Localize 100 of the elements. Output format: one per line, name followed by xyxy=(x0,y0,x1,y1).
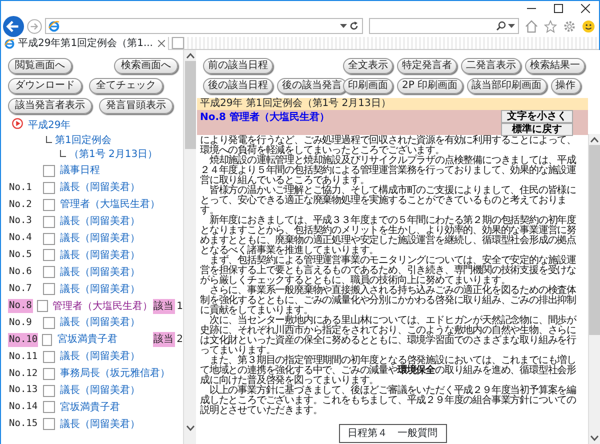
speech-number: No.8 xyxy=(8,298,34,314)
hit-count: 1 xyxy=(176,300,183,314)
speech-number: No.2 xyxy=(8,198,33,212)
toolbar-button[interactable]: 該当部印刷画面 xyxy=(466,78,547,94)
toolbar-button[interactable]: 閲覧画面へ xyxy=(8,58,72,74)
dropdown-caret-icon[interactable] xyxy=(340,24,346,28)
tree-item[interactable]: 第1回定例会 xyxy=(55,134,112,146)
hit-badge: 該当 xyxy=(152,298,175,314)
toolbar-button[interactable]: 発言冒頭表示 xyxy=(99,98,173,114)
speech-number: No.14 xyxy=(8,400,39,414)
smiley-icon[interactable] xyxy=(582,20,594,32)
speaker-link[interactable]: 議長（岡留美君） xyxy=(60,349,168,364)
checkbox[interactable] xyxy=(43,198,55,211)
speaker-link[interactable]: 議長（岡留美君） xyxy=(60,383,168,398)
speaker-link[interactable]: 議長（岡留美君） xyxy=(60,282,168,297)
speaker-link[interactable]: 議長（岡留美君） xyxy=(60,180,168,196)
vertical-scrollbar[interactable] xyxy=(183,50,196,444)
toolbar-button[interactable]: ダウンロード xyxy=(8,78,82,94)
checkbox[interactable] xyxy=(43,283,55,296)
font-size-button[interactable]: 文字を小さく xyxy=(501,110,573,123)
scrollbar-thumb[interactable] xyxy=(184,61,196,149)
speaker-link[interactable]: 管理者（大塩民生君） xyxy=(60,197,168,212)
scrollbar-thumb[interactable] xyxy=(589,145,600,335)
speech-number: No.1 xyxy=(8,180,33,195)
checkbox[interactable] xyxy=(43,164,55,177)
toolbar-button[interactable]: 印刷画面 xyxy=(343,78,393,94)
speech-number: No.10 xyxy=(8,332,38,347)
toolbar-button[interactable]: 後の該当発言 xyxy=(277,78,347,94)
speaker-link[interactable]: 宮坂満貴子君 xyxy=(60,400,168,415)
speaker-link[interactable]: 管理者（大塩民生君） xyxy=(52,298,153,314)
speech-paragraph: また、第３期目の指定管理期間の初年度となる啓発施設においては、これまでにも増して地域との連携を強化する中で、ごみの減量や環境保全の取り組みを進め、循環型社会形成に向けた普及啓発を図ってまいります。 xyxy=(200,356,578,386)
speech-number: No.11 xyxy=(8,350,39,364)
search-icon[interactable] xyxy=(496,21,506,31)
toolbar-button[interactable]: 後の該当日程 xyxy=(203,78,273,94)
expanded-play-icon[interactable] xyxy=(12,118,23,129)
toolbar-button[interactable]: 検索画面へ xyxy=(114,58,178,74)
close-icon[interactable] xyxy=(581,4,590,12)
checkbox[interactable] xyxy=(37,300,48,312)
checkbox[interactable] xyxy=(43,182,55,194)
speaker-link[interactable]: 議長（岡留美君） xyxy=(60,416,168,432)
speaker-link[interactable]: 事務局長（坂元雅信君） xyxy=(60,366,168,382)
font-size-button[interactable]: 標準に戻す xyxy=(501,123,573,136)
speech-paragraph: により発電を行うなど、ごみ処理過程で回収された資源を有効に利用することによって、環境への負荷を軽減をしてまいったところでございます。 xyxy=(200,136,578,156)
speaker-link[interactable]: 宮坂満貴子君 xyxy=(57,332,153,348)
checkbox[interactable] xyxy=(43,249,55,262)
checkbox[interactable] xyxy=(43,266,55,278)
speech-number: No.4 xyxy=(8,231,33,246)
tree-connector-icon xyxy=(60,150,66,157)
tree-item[interactable]: 平成29年 xyxy=(28,120,71,131)
checkbox[interactable] xyxy=(43,418,55,430)
hit-badge: 該当 xyxy=(152,332,175,348)
search-field[interactable] xyxy=(368,18,518,34)
browser-tab[interactable]: 平成29年第1回定例会（第1... xyxy=(1,36,169,50)
speech-number: No.12 xyxy=(8,366,39,380)
speech-number: No.9 xyxy=(8,316,33,330)
checkbox[interactable] xyxy=(43,368,55,380)
speaker-link[interactable]: 議長（岡留美君） xyxy=(60,248,168,263)
session-heading: 平成29年 第1回定例会（第1号 2月13日） xyxy=(197,98,588,110)
speaker-link[interactable]: 議長（岡留美君） xyxy=(60,214,168,230)
maximize-icon[interactable] xyxy=(554,4,563,12)
toolbar-button[interactable]: 2P 印刷画面 xyxy=(397,78,463,94)
browser-logo-icon xyxy=(48,20,60,32)
settings-icon[interactable] xyxy=(562,20,576,32)
speech-number: No.3 xyxy=(8,214,33,228)
checkbox[interactable] xyxy=(43,232,55,244)
address-field[interactable] xyxy=(44,18,362,34)
refresh-icon[interactable] xyxy=(349,21,359,31)
toolbar-button[interactable]: 全文表示 xyxy=(343,58,393,74)
hit-count: 2 xyxy=(176,333,183,348)
speaker-link[interactable]: 議長（岡留美君） xyxy=(60,231,168,246)
checkbox[interactable] xyxy=(43,316,55,329)
toolbar-button[interactable]: 前の該当日程 xyxy=(203,58,273,74)
vertical-scrollbar[interactable] xyxy=(588,134,600,444)
star-icon[interactable] xyxy=(544,20,556,32)
checkbox[interactable] xyxy=(43,350,55,363)
speech-paragraph: 以上の事業方針に基づきまして、後ほどご審議をいただく平成２９年度当初予算案を編成したところでございます。これをもちまして、平成２９年度の組合事業方針についての説明とさせていただきます。 xyxy=(200,386,578,416)
speaker-link[interactable]: 議長（岡留美君） xyxy=(60,264,168,280)
toolbar-button[interactable]: 全てチェック xyxy=(89,78,163,94)
checkbox[interactable] xyxy=(42,334,52,346)
checkbox[interactable] xyxy=(43,384,55,397)
speech-paragraph: 新年度におきましては、平成３３年度までの５年間にわたる第２期の包括契約の初年度となりますことから、包括契約のメリットを生かし、より効率的、効果的な事業運営に努めますとともに、廃棄物の適正処理や安定した施設運営を継続し、循環型社会形成の拠点となるべく諸事業を推進してまいります。 xyxy=(200,216,578,256)
speaker-title: No.8 管理者（大塩民生君） xyxy=(200,110,330,125)
toolbar-button[interactable]: 操作 xyxy=(550,78,581,94)
toolbar-button[interactable]: 検索結果一 xyxy=(525,58,585,74)
dropdown-caret-icon[interactable] xyxy=(508,24,515,28)
agenda-link[interactable]: 議事日程 xyxy=(60,163,168,178)
speaker-link[interactable]: 議長（岡留美君） xyxy=(60,315,168,330)
tab-title: 平成29年第1回定例会（第1... xyxy=(18,36,153,50)
toolbar-button[interactable]: 二発言表示 xyxy=(461,58,521,74)
checkbox[interactable] xyxy=(43,216,55,228)
home-icon[interactable] xyxy=(524,20,538,32)
toolbar-button[interactable]: 該当発言者表示 xyxy=(8,98,92,114)
agenda-item-box: 日程第４ 一般質問 xyxy=(338,424,446,443)
toolbar-button[interactable]: 特定発言者 xyxy=(397,58,457,74)
speech-paragraph: さらに、事業系一般廃棄物や直接搬入される持ち込みごみの適正化を図るための検査体制を強化するとともに、ごみの減量化や分別にかかわる啓発に取り組み、ごみの排出抑制に貢献をしてまいります。 xyxy=(200,286,578,316)
checkbox[interactable] xyxy=(43,401,55,414)
speech-paragraph: 次に、当センター敷地内にある里山林については、エドヒガンが天然記念物に、間歩が史跡に、それぞれ川西市から指定をされており、このような敷地内の自然や生物、さらには文化財といった資産の保全に努めるとともに、環境学習面でのさまざまな取り組みを行ってまいります。 xyxy=(200,316,578,356)
speech-number: No.5 xyxy=(8,248,33,262)
speech-paragraph: 皆様方の温かいご理解とご協力、そして構成市町のご支援によりまして、住民の皆様にとって、安心できる適正な廃棄物処理を実施することができているものと考えております。 xyxy=(200,186,578,216)
tree-item[interactable]: （第1号 2月13日） xyxy=(69,149,158,160)
